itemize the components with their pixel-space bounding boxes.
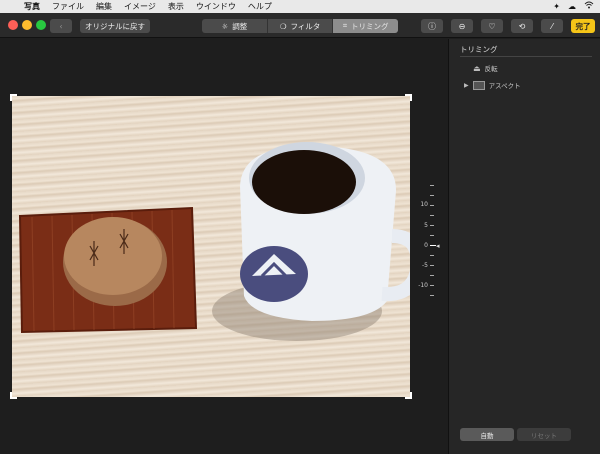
- menu-image[interactable]: イメージ: [124, 1, 156, 12]
- info-button[interactable]: ⓘ: [421, 19, 443, 33]
- magic-wand-icon: ⁄: [551, 21, 553, 31]
- dial-tick: [430, 215, 434, 216]
- extensions-button[interactable]: ⊖: [451, 19, 473, 33]
- toolbar: ‹ オリジナルに戻す ☼ 調整 ❍ フィルタ ⌗ トリミング ⓘ ⊖ ♡ ⟲ ⁄…: [0, 13, 600, 38]
- flip-label: 反転: [484, 65, 498, 73]
- menu-bar: 写真 ファイル 編集 イメージ 表示 ウインドウ ヘルプ ✦ ☁: [0, 0, 600, 13]
- flip-button[interactable]: ⏏ 反転: [473, 63, 498, 74]
- straighten-dial[interactable]: 10 5 0 -5 -10 ◂: [412, 179, 440, 309]
- back-button[interactable]: ‹: [50, 19, 72, 33]
- photo-crop-area[interactable]: [12, 96, 410, 397]
- dial-tick: [430, 265, 434, 266]
- menu-view[interactable]: 表示: [168, 1, 184, 12]
- dial-tick: [430, 285, 434, 286]
- crop-handle-top-right[interactable]: [405, 94, 412, 101]
- dial-label: 10: [420, 201, 428, 208]
- dial-label: -10: [418, 282, 428, 289]
- photo-canvas: 10 5 0 -5 -10 ◂: [0, 39, 448, 454]
- aspect-label: アスペクト: [488, 82, 521, 90]
- revert-to-original-button[interactable]: オリジナルに戻す: [80, 19, 150, 33]
- info-icon: ⓘ: [428, 21, 436, 31]
- menu-edit[interactable]: 編集: [96, 1, 112, 12]
- dial-pointer-icon: ◂: [436, 242, 440, 250]
- menu-photos[interactable]: 写真: [24, 1, 40, 12]
- menu-help[interactable]: ヘルプ: [248, 1, 272, 12]
- flip-icon: ⏏: [473, 63, 481, 73]
- minimize-window-button[interactable]: [22, 20, 32, 30]
- done-button[interactable]: 完了: [571, 19, 595, 33]
- aspect-icon: [472, 80, 485, 90]
- close-window-button[interactable]: [8, 20, 18, 30]
- dial-tick: [430, 185, 434, 186]
- auto-button[interactable]: 自動: [460, 428, 514, 441]
- adjust-icon: ☼: [221, 21, 229, 31]
- crop-handle-bottom-right[interactable]: [405, 392, 412, 399]
- dial-tick: [430, 225, 434, 226]
- panel-title: トリミング: [460, 45, 498, 54]
- dial-tick: [430, 205, 434, 206]
- aspect-row[interactable]: ▶ アスペクト: [464, 80, 521, 90]
- dropbox-icon[interactable]: ✦: [553, 2, 560, 11]
- rotate-icon: ⟲: [518, 21, 526, 31]
- crop-handle-top-left[interactable]: [10, 94, 17, 101]
- dial-label: -5: [422, 262, 428, 269]
- tab-adjust[interactable]: ☼ 調整: [202, 19, 268, 33]
- tab-crop[interactable]: ⌗ トリミング: [333, 19, 398, 33]
- panel-divider: [460, 56, 592, 57]
- dial-tick: [430, 295, 434, 296]
- dial-tick: [430, 195, 434, 196]
- edit-mode-tabs: ☼ 調整 ❍ フィルタ ⌗ トリミング: [202, 19, 398, 33]
- menu-file[interactable]: ファイル: [52, 1, 84, 12]
- favorite-button[interactable]: ♡: [481, 19, 503, 33]
- wifi-icon[interactable]: [584, 1, 594, 11]
- reset-button[interactable]: リセット: [517, 428, 571, 441]
- menu-window[interactable]: ウインドウ: [196, 1, 236, 12]
- dial-tick: [430, 275, 434, 276]
- enhance-button[interactable]: ⁄: [541, 19, 563, 33]
- crop-icon: ⌗: [342, 21, 348, 30]
- photo-content: [18, 142, 410, 341]
- rotate-button[interactable]: ⟲: [511, 19, 533, 33]
- chevron-left-icon: ‹: [59, 21, 63, 31]
- tab-adjust-label: 調整: [232, 21, 248, 31]
- cloud-icon[interactable]: ☁: [568, 2, 576, 11]
- filter-icon: ❍: [279, 21, 287, 31]
- tab-filters-label: フィルタ: [290, 21, 321, 31]
- dial-label: 5: [424, 222, 428, 229]
- tab-crop-label: トリミング: [351, 21, 389, 31]
- disclosure-triangle-icon: ▶: [464, 81, 469, 89]
- heart-icon: ♡: [488, 21, 496, 31]
- zoom-window-button[interactable]: [36, 20, 46, 30]
- crop-sidebar: トリミング ⏏ 反転 ▶ アスペクト 自動 リセット: [448, 39, 600, 454]
- crop-handle-bottom-left[interactable]: [10, 392, 17, 399]
- dial-tick: [430, 255, 434, 256]
- extensions-icon: ⊖: [458, 21, 466, 31]
- status-icons: ✦ ☁: [553, 1, 594, 11]
- dial-label: 0: [424, 242, 428, 249]
- tab-filters[interactable]: ❍ フィルタ: [268, 19, 334, 33]
- dial-tick: [430, 235, 434, 236]
